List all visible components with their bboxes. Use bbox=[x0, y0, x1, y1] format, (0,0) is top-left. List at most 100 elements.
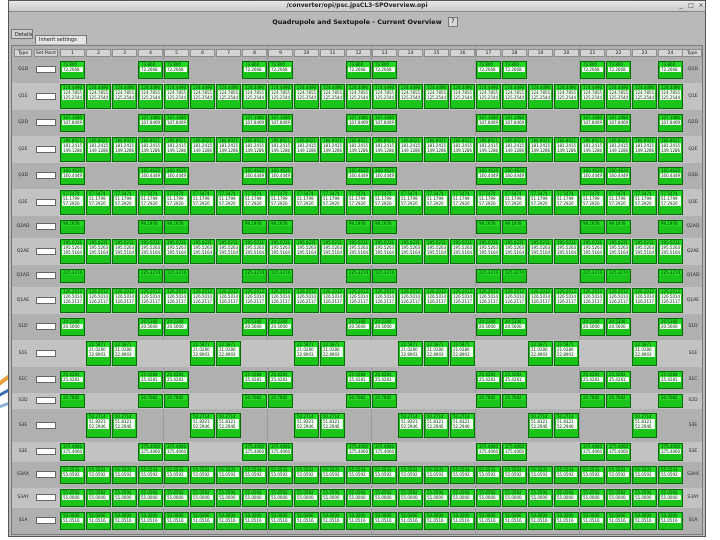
current-value: 25.4281 bbox=[166, 377, 187, 382]
setpoint-input[interactable] bbox=[36, 223, 56, 230]
current-readout-cell: 124.4496 124.7855 125.2544 bbox=[242, 84, 267, 109]
current-readout-cell: 20.5300 20.5600 bbox=[606, 318, 631, 336]
current-value: 51.0516 bbox=[478, 518, 499, 523]
current-value: 51.0516 bbox=[530, 518, 551, 523]
current-value: 55.0592 bbox=[348, 472, 369, 477]
current-readout-cell: 57.5474 51.1799 57.2920 bbox=[216, 190, 241, 215]
setpoint-input[interactable] bbox=[36, 247, 56, 255]
current-readout-cell: 160.4620 160.4449 bbox=[268, 167, 293, 185]
current-readout-cell: 57.5474 51.1799 57.2920 bbox=[86, 190, 111, 215]
current-readout-cell: 375.4060 375.4060 bbox=[242, 443, 267, 461]
current-readout-cell: 107.1080 107.8469 bbox=[502, 114, 527, 132]
current-value: 126.2117 bbox=[478, 299, 499, 304]
current-readout-cell: 55.0592 55.0000 bbox=[86, 489, 111, 507]
current-value: 195.5164 bbox=[140, 250, 161, 255]
row-type-label-right: Q1E bbox=[688, 93, 698, 99]
current-readout-cell: 124.4496 124.7855 125.2544 bbox=[138, 84, 163, 109]
current-readout-cell: 186.8021 181.2415 149.1286 bbox=[86, 137, 111, 162]
tab-inherit-settings[interactable]: Inherit settings bbox=[35, 35, 87, 44]
current-readout-cell: 186.8021 181.2415 149.1286 bbox=[242, 137, 267, 162]
current-readout-cell: 55.0592 55.0000 bbox=[658, 489, 683, 507]
current-value: 51.0516 bbox=[166, 518, 187, 523]
current-value: 55.0592 bbox=[530, 472, 551, 477]
current-readout-cell: 126.2012 126.5014 126.2117 bbox=[164, 288, 189, 313]
setpoint-input[interactable] bbox=[36, 376, 56, 383]
column-header-14: 14 bbox=[398, 49, 423, 57]
setpoint-input[interactable] bbox=[36, 471, 56, 478]
current-value: 99.1978 bbox=[140, 221, 161, 226]
current-value: 126.2117 bbox=[166, 299, 187, 304]
current-value: 99.1978 bbox=[660, 221, 681, 226]
current-value: 375.4060 bbox=[140, 449, 161, 454]
current-readout-cell: 55.0592 55.0000 bbox=[606, 489, 631, 507]
current-value: 20.7682 bbox=[166, 395, 187, 400]
current-value: 20.5600 bbox=[62, 324, 83, 329]
setpoint-input[interactable] bbox=[36, 448, 56, 455]
maximize-button[interactable]: □ bbox=[687, 2, 695, 10]
current-readout-cell: 73.800 72.2668 bbox=[164, 61, 189, 79]
row-type-label-right: Q2D bbox=[688, 120, 698, 125]
current-value: 125.2544 bbox=[426, 95, 447, 100]
current-value: 195.5164 bbox=[348, 250, 369, 255]
current-value: 20.7682 bbox=[140, 395, 161, 400]
current-value: 55.0592 bbox=[244, 472, 265, 477]
row-type-label: S1E bbox=[18, 350, 28, 356]
setpoint-input[interactable] bbox=[36, 119, 56, 126]
current-value: 20.5600 bbox=[660, 324, 681, 329]
tab-details[interactable]: Details bbox=[11, 29, 33, 39]
setpoint-input[interactable] bbox=[36, 494, 56, 501]
help-button[interactable]: ? bbox=[448, 17, 458, 27]
current-readout-cell: 99.1978 bbox=[502, 220, 527, 234]
close-button[interactable]: × bbox=[697, 2, 705, 10]
setpoint-input[interactable] bbox=[36, 517, 56, 524]
current-readout-cell: 375.4060 375.4060 bbox=[346, 443, 371, 461]
setpoint-input[interactable] bbox=[36, 92, 56, 100]
setpoint-input[interactable] bbox=[36, 421, 56, 429]
minimize-button[interactable]: _ bbox=[677, 2, 685, 10]
current-value: 51.0516 bbox=[296, 518, 317, 523]
current-readout-cell: 195.0231 195.5263 195.5164 bbox=[190, 239, 215, 264]
current-value: 107.8469 bbox=[270, 120, 291, 125]
current-value: 72.2668 bbox=[374, 67, 395, 72]
setpoint-input[interactable] bbox=[36, 198, 56, 206]
current-readout-cell: 195.0231 195.5263 195.5164 bbox=[268, 239, 293, 264]
current-readout-cell: 225.3274 bbox=[606, 269, 631, 283]
current-value: 22.8903 bbox=[114, 352, 135, 357]
current-value: 99.1978 bbox=[62, 221, 83, 226]
row-type-label: S3E bbox=[18, 422, 28, 428]
setpoint-input[interactable] bbox=[36, 272, 56, 279]
current-readout-cell: 50.0000 51.0516 bbox=[450, 512, 475, 530]
current-value: 160.4449 bbox=[348, 173, 369, 178]
current-value: 125.2544 bbox=[140, 95, 161, 100]
setpoint-input[interactable] bbox=[36, 349, 56, 357]
current-readout-cell: 186.8021 181.2415 149.1286 bbox=[658, 137, 683, 162]
setpoint-input[interactable] bbox=[36, 296, 56, 304]
current-value: 125.2544 bbox=[400, 95, 421, 100]
current-readout-cell: 195.0231 195.5263 195.5164 bbox=[86, 239, 111, 264]
current-readout-cell: 55.5531 55.0592 bbox=[346, 466, 371, 484]
current-value: 125.2544 bbox=[88, 95, 109, 100]
current-value: 57.2920 bbox=[374, 201, 395, 206]
current-readout-cell: 20.5300 20.5600 bbox=[658, 318, 683, 336]
current-readout-cell: 160.4620 160.4449 bbox=[658, 167, 683, 185]
current-value: 107.8469 bbox=[660, 120, 681, 125]
current-value: 57.2920 bbox=[140, 201, 161, 206]
row-type-label-right: S3AY bbox=[687, 495, 699, 500]
current-readout-cell: 20.5300 20.5600 bbox=[268, 318, 293, 336]
setpoint-input[interactable] bbox=[36, 145, 56, 153]
setpoint-input[interactable] bbox=[36, 66, 56, 73]
current-readout-cell: 195.0231 195.5263 195.5164 bbox=[450, 239, 475, 264]
setpoint-input[interactable] bbox=[36, 397, 56, 404]
current-value: 52.2946 bbox=[114, 424, 135, 429]
current-value: 55.0000 bbox=[62, 495, 83, 500]
current-value: 22.8903 bbox=[634, 352, 655, 357]
current-readout-cell: 107.1080 107.8469 bbox=[658, 114, 683, 132]
application-window: /converter/opi/psc.jpsCL3-SPOverview.opi… bbox=[8, 0, 706, 537]
current-readout-cell: 126.2012 126.5014 126.2117 bbox=[294, 288, 319, 313]
setpoint-input[interactable] bbox=[36, 323, 56, 330]
setpoint-input[interactable] bbox=[36, 172, 56, 179]
current-value: 375.4060 bbox=[166, 449, 187, 454]
column-header-15: 15 bbox=[424, 49, 449, 57]
current-readout-cell: 22.5871 21.0280 22.8903 bbox=[450, 341, 475, 366]
current-readout-cell: 195.0231 195.5263 195.5164 bbox=[372, 239, 397, 264]
